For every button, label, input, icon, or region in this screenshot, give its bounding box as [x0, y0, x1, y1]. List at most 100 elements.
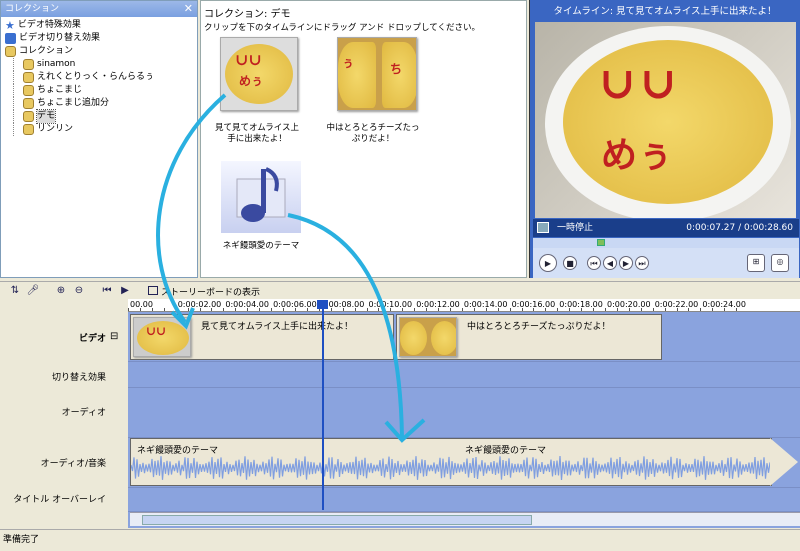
playback-status: 一時停止	[557, 223, 594, 233]
clip-cheese[interactable]: ぅ ち 中はとろとろチーズたっぷりだよ！	[325, 37, 421, 145]
seek-bar[interactable]	[533, 238, 799, 248]
ruler-tick-mark	[259, 308, 261, 311]
ruler-tick-mark	[569, 308, 571, 311]
ruler-tick-mark	[247, 308, 249, 311]
clip-music[interactable]: ネギ饅頭愛のテーマ	[215, 161, 307, 252]
ruler-tick-mark	[521, 308, 523, 311]
audio-track[interactable]	[128, 388, 800, 438]
collections-pane-title: コレクション	[5, 4, 60, 14]
audio-clip[interactable]: ネギ饅頭愛のテーマ ネギ饅頭愛のテーマ	[130, 438, 772, 486]
collection-folder-icon	[23, 98, 34, 109]
play-button[interactable]: ▶	[539, 254, 557, 272]
zoom-out-icon[interactable]: ⊖	[72, 284, 86, 298]
ruler-tick-mark	[211, 308, 213, 311]
stop-button[interactable]: ■	[563, 256, 577, 270]
transition-track[interactable]	[128, 362, 800, 388]
ruler-tick-mark	[175, 308, 177, 311]
video-clip-cheese[interactable]: 中はとろとろチーズたっぷりだよ！	[396, 314, 662, 360]
ruler-tick-mark	[342, 308, 344, 311]
tree-item-chokomaji[interactable]: ちょこまじ	[5, 84, 197, 97]
tree-item-electric[interactable]: えれくとりっく・らんらるぅ	[5, 71, 197, 84]
ruler-tick-mark	[557, 308, 559, 311]
narrate-microphone-icon[interactable]: 🎤︎	[26, 284, 40, 298]
preview-status-icon	[537, 222, 549, 233]
track-label-audio: オーディオ	[61, 408, 106, 418]
ruler-tick-mark	[533, 308, 535, 311]
split-clip-button[interactable]: ⊞	[747, 254, 765, 272]
previous-frame-button[interactable]: ⏮	[587, 256, 601, 270]
video-clip-thumbnail	[399, 317, 457, 357]
tree-item-rinrin[interactable]: リンリン	[5, 123, 197, 136]
forward-button[interactable]: ▶	[619, 256, 633, 270]
ruler-tick-mark	[330, 308, 332, 311]
playback-time: 0:00:07.27 / 0:00:28.60	[686, 223, 793, 233]
preview-title: タイムライン: 見て見てオムライス上手に出来たよ！	[553, 6, 777, 17]
ruler-tick-mark	[581, 308, 583, 311]
clip-thumbnail: ぅ ち	[337, 37, 417, 111]
clip-omurice[interactable]: ∪∪ めぅ 見て見てオムライス上手に出来たよ！	[215, 37, 303, 145]
tree-item-sinamon[interactable]: sinamon	[5, 58, 197, 71]
collection-folder-icon	[23, 111, 34, 122]
ruler-tick-mark	[640, 308, 642, 311]
close-icon[interactable]: ✕	[184, 1, 193, 17]
movie-maker-window: コレクション ✕ ★ ビデオ特殊効果 ビデオ切り替え効果 コレクション sinam…	[0, 0, 800, 551]
playhead-indicator[interactable]	[322, 300, 324, 510]
ruler-tick-mark	[271, 308, 273, 311]
clip-label: ネギ饅頭愛のテーマ	[222, 241, 300, 251]
clip-thumbnail	[221, 161, 301, 233]
tree-item-video-effects[interactable]: ★ ビデオ特殊効果	[5, 19, 197, 32]
rewind-button[interactable]: ◀	[603, 256, 617, 270]
timeline-horizontal-scrollbar[interactable]	[130, 512, 800, 526]
collection-content-pane: コレクション: デモ クリップを下のタイムラインにドラッグ アンド ドロップして…	[200, 0, 677, 278]
ruler-tick-mark	[616, 308, 618, 311]
title-overlay-track[interactable]	[128, 488, 800, 512]
music-note-icon	[236, 167, 286, 222]
tree-item-chokomaji-extra[interactable]: ちょこまじ追加分	[5, 97, 197, 110]
ruler-tick-mark	[497, 308, 499, 311]
tree-item-video-transitions[interactable]: ビデオ切り替え効果	[5, 32, 197, 45]
ruler-tick-mark	[402, 308, 404, 311]
expand-track-icon[interactable]: ⊟	[110, 331, 118, 342]
ruler-tick-mark	[235, 308, 237, 311]
ruler-tick-mark	[438, 308, 440, 311]
star-icon: ★	[5, 19, 15, 32]
track-label-video: ビデオ	[78, 334, 106, 344]
tree-item-collections[interactable]: コレクション	[5, 45, 197, 58]
status-text: 準備完了	[3, 535, 40, 545]
ruler-tick-mark	[593, 308, 595, 311]
next-frame-button[interactable]: ⏭	[635, 256, 649, 270]
track-labels: ビデオ ⊟ 切り替え効果 オーディオ オーディオ/音楽 タイトル オーバーレイ	[0, 299, 128, 527]
storyboard-toggle-icon[interactable]: ⇅	[8, 284, 22, 298]
audio-waveform	[131, 456, 771, 481]
ruler-tick-mark	[664, 308, 666, 311]
seek-thumb[interactable]	[597, 239, 605, 246]
playback-controls: ▶ ■ ⏮ ◀ ▶ ⏭ ⊞ ◎	[533, 248, 799, 278]
ruler-tick-mark	[628, 308, 630, 311]
ruler-tick-mark	[712, 308, 714, 311]
ruler-tick-mark	[187, 308, 189, 311]
ruler-tick-mark	[223, 308, 225, 311]
video-clip-omurice[interactable]: ∪∪ 見て見てオムライス上手に出来たよ！	[130, 314, 394, 360]
ruler-tick-mark	[688, 308, 690, 311]
ruler-tick-mark	[652, 308, 654, 311]
take-picture-button[interactable]: ◎	[771, 254, 789, 272]
zoom-in-icon[interactable]: ⊕	[54, 284, 68, 298]
rewind-timeline-icon[interactable]: ⏮	[100, 284, 114, 298]
collection-folder-icon	[23, 72, 34, 83]
ruler-tick-mark	[449, 308, 451, 311]
show-storyboard-button[interactable]: ストーリーボードの表示	[148, 285, 260, 298]
content-title: コレクション: デモ	[204, 9, 291, 20]
content-instructions: クリップを下のタイムラインにドラッグ アンド ドロップしてください。	[204, 23, 480, 33]
transition-icon	[5, 33, 16, 44]
track-label-transition: 切り替え効果	[51, 373, 106, 383]
play-timeline-icon[interactable]: ▶	[118, 284, 132, 298]
ruler-tick-mark	[128, 308, 129, 311]
timeline-toolbar: ⇅ 🎤︎ ⊕ ⊖ ⏮ ▶ ストーリーボードの表示	[0, 281, 800, 299]
ruler-tick-mark	[461, 308, 463, 311]
tree-item-demo[interactable]: デモ	[5, 109, 197, 124]
collections-pane: コレクション ✕ ★ ビデオ特殊効果 ビデオ切り替え効果 コレクション sinam…	[0, 0, 198, 278]
timeline-ruler[interactable]: 00.00 0:00:02.00 0:00:04.00 0:00:06.00 0:00:…	[128, 299, 800, 312]
scrollbar-thumb[interactable]	[142, 515, 532, 525]
track-label-title-overlay: タイトル オーバーレイ	[13, 495, 106, 505]
video-clip-thumbnail: ∪∪	[133, 317, 191, 357]
